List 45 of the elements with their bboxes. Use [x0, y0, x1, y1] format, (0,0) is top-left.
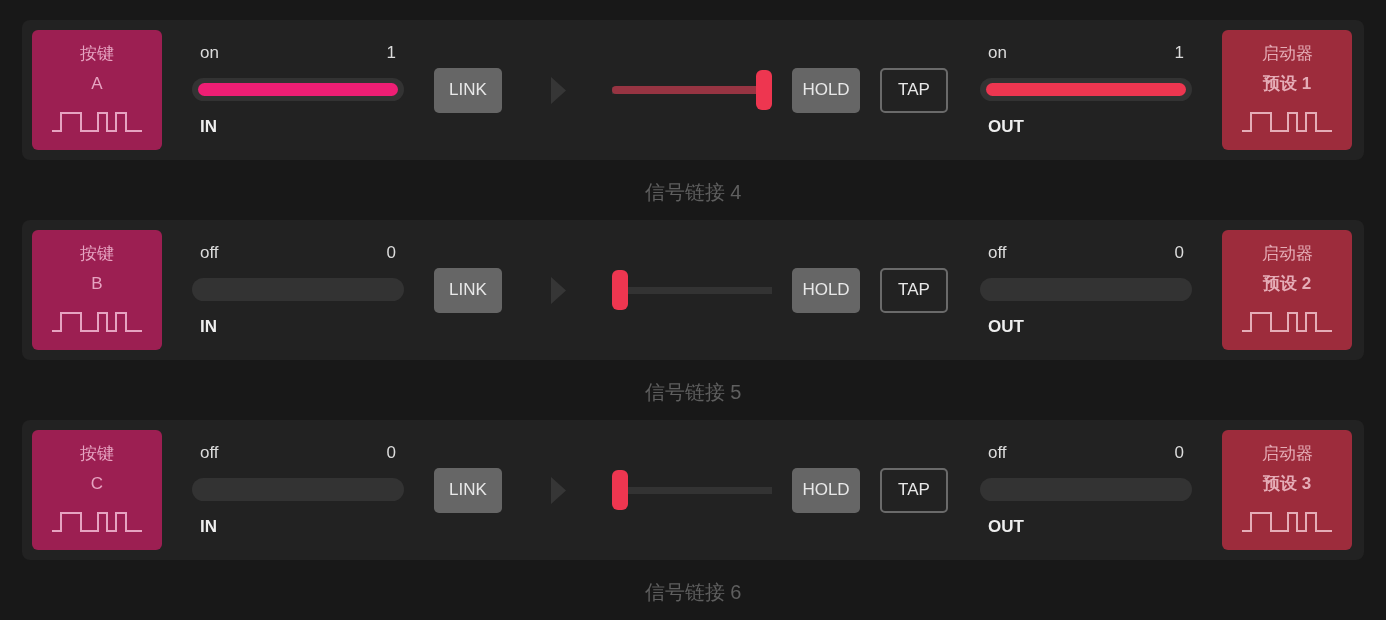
meter-state: off	[988, 242, 1007, 264]
mode-button[interactable]: HOLD	[792, 467, 860, 513]
meter-label: IN	[199, 116, 217, 138]
meter-value: 0	[1174, 242, 1184, 264]
link-button[interactable]: LINK	[434, 467, 502, 513]
mode-button[interactable]: TAP	[880, 467, 948, 513]
link-button[interactable]: LINK	[434, 267, 502, 313]
meter-state: on	[200, 42, 219, 64]
link-button[interactable]: LINK	[434, 67, 502, 113]
meter-value: 0	[386, 242, 396, 264]
square-wave-icon	[52, 512, 142, 532]
mode-button[interactable]: TAP	[880, 267, 948, 313]
launcher-button[interactable]: 启动器 预设 3	[1222, 430, 1352, 550]
meter-value: 0	[386, 442, 396, 464]
meter-state: off	[988, 442, 1007, 464]
meter-label: OUT	[987, 116, 1024, 138]
meter-value: 1	[1174, 42, 1184, 64]
mode-button[interactable]: HOLD	[792, 267, 860, 313]
meter-label: IN	[199, 516, 217, 538]
square-wave-icon	[1242, 512, 1332, 532]
square-wave-icon	[1242, 112, 1332, 132]
slider-thumb[interactable]	[756, 70, 772, 110]
meter-label: OUT	[987, 316, 1024, 338]
launcher-button[interactable]: 启动器 预设 2	[1222, 230, 1352, 350]
meter-state: off	[200, 442, 219, 464]
meter-state: on	[988, 42, 1007, 64]
slider-thumb[interactable]	[612, 470, 628, 510]
trigger-button[interactable]: 按键 C	[32, 430, 162, 550]
launcher-button[interactable]: 启动器 预设 1	[1222, 30, 1352, 150]
meter-state: off	[200, 242, 219, 264]
meter-label: IN	[199, 316, 217, 338]
slider-thumb[interactable]	[612, 270, 628, 310]
meter-value: 0	[1174, 442, 1184, 464]
trigger-button[interactable]: 按键 B	[32, 230, 162, 350]
mode-button[interactable]: HOLD	[792, 67, 860, 113]
square-wave-icon	[52, 112, 142, 132]
chain-title: 信号链接 4	[644, 180, 742, 204]
trigger-button[interactable]: 按键 A	[32, 30, 162, 150]
square-wave-icon	[52, 312, 142, 332]
square-wave-icon	[1242, 312, 1332, 332]
mode-button[interactable]: TAP	[880, 67, 948, 113]
chain-title: 信号链接 5	[644, 380, 742, 404]
chain-title: 信号链接 6	[644, 580, 742, 604]
meter-value: 1	[386, 42, 396, 64]
meter-label: OUT	[987, 516, 1024, 538]
